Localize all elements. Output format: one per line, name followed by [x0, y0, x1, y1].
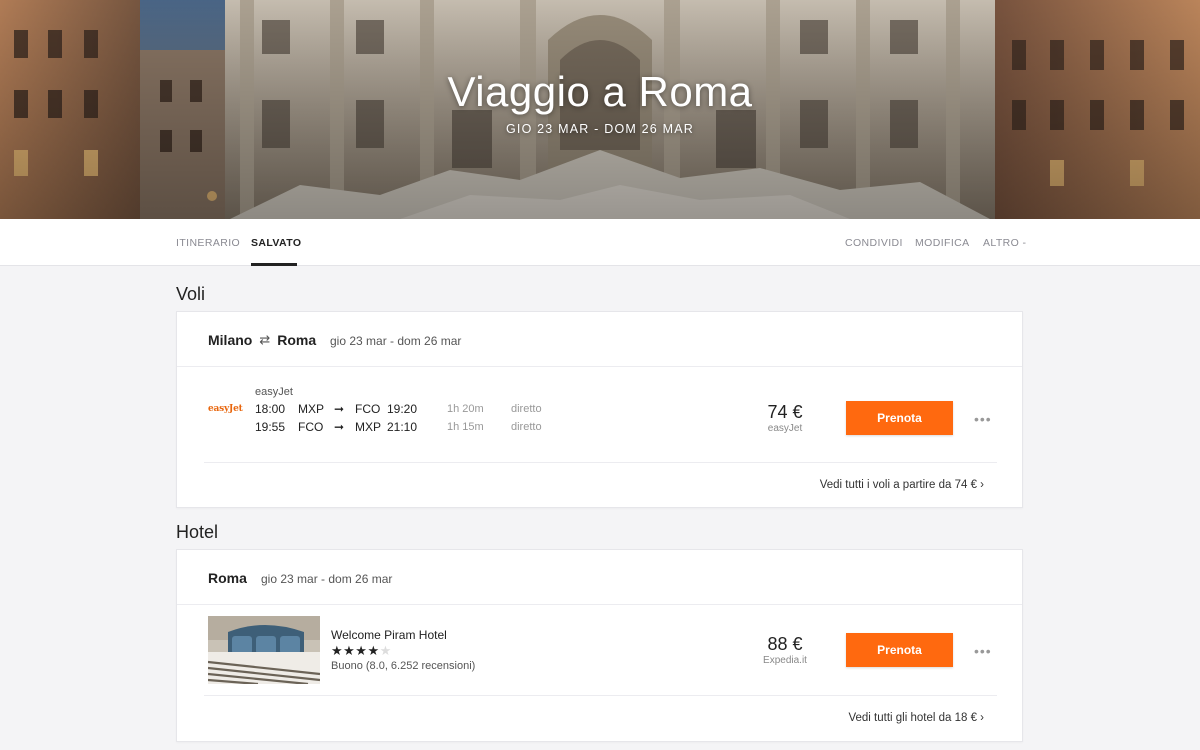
hotel-name[interactable]: Welcome Piram Hotel [331, 628, 447, 642]
flight-stops: diretto [511, 403, 542, 415]
book-hotel-button[interactable]: Prenota [846, 633, 953, 667]
hotel-price: 88 € [767, 634, 803, 654]
flight-price-source: easyJet [767, 423, 803, 434]
share-button[interactable]: CONDIVIDI [845, 237, 903, 249]
edit-button[interactable]: MODIFICA [915, 237, 970, 249]
departure-time: 18:00 [255, 402, 286, 416]
origin-city: Milano [208, 332, 253, 348]
see-all-flights-link[interactable]: Vedi tutti i voli a partire da 74 € › [820, 479, 984, 491]
hotels-card: Roma gio 23 mar - dom 26 mar Welcome Pir… [176, 549, 1023, 742]
flight-stops: diretto [511, 421, 542, 433]
trip-nav-bar: ITINERARIO SALVATO CONDIVIDI MODIFICA AL… [0, 219, 1200, 266]
flight-more-options-icon[interactable]: ••• [974, 411, 992, 427]
destination-city: Roma [277, 332, 317, 348]
see-all-hotels-link[interactable]: Vedi tutti gli hotel da 18 € › [848, 712, 984, 724]
flights-card: Milano ⇄ Roma gio 23 mar - dom 26 mar ea… [176, 311, 1023, 508]
more-menu-button[interactable]: ALTRO - [983, 237, 1026, 249]
arrival-airport: FCO [355, 402, 381, 416]
flight-price: 74 € [767, 402, 803, 422]
hotel-city: Roma [208, 570, 247, 586]
flight-dates: gio 23 mar - dom 26 mar [330, 334, 462, 348]
flight-duration: 1h 15m [447, 421, 484, 433]
arrival-time: 21:10 [387, 420, 418, 434]
swap-icon: ⇄ [259, 332, 271, 347]
hotel-star-rating: ★★★★★ [331, 643, 392, 659]
departure-airport: MXP [298, 402, 325, 416]
hotel-price-source: Expedia.it [763, 655, 807, 666]
divider [204, 462, 997, 463]
hero-banner: Viaggio a Roma GIO 23 MAR - DOM 26 MAR [0, 0, 1200, 219]
tab-itinerario[interactable]: ITINERARIO [176, 237, 240, 249]
arrow-right-icon: ➞ [334, 402, 345, 416]
easyjet-logo: easyJet [208, 404, 243, 414]
star-empty-icon: ★ [379, 643, 392, 658]
tab-salvato[interactable]: SALVATO [251, 237, 301, 249]
flights-section-title: Voli [176, 284, 206, 304]
book-flight-button[interactable]: Prenota [846, 401, 953, 435]
trip-title: Viaggio a Roma [447, 68, 753, 115]
hotel-dates: gio 23 mar - dom 26 mar [261, 572, 393, 586]
arrival-time: 19:20 [387, 402, 418, 416]
airline-name: easyJet [255, 386, 293, 398]
hotel-photo[interactable] [208, 616, 320, 684]
hotel-review-score: Buono (8.0, 6.252 recensioni) [331, 660, 476, 672]
hotels-section-title: Hotel [176, 522, 219, 542]
hotels-card-header: Roma gio 23 mar - dom 26 mar [177, 550, 1022, 605]
departure-airport: FCO [298, 420, 324, 434]
flights-card-header: Milano ⇄ Roma gio 23 mar - dom 26 mar [177, 312, 1022, 367]
flight-duration: 1h 20m [447, 403, 484, 415]
flight-route: Milano ⇄ Roma [208, 332, 316, 348]
divider [204, 695, 997, 696]
star-icon: ★★★★ [331, 643, 380, 658]
arrival-airport: MXP [355, 420, 382, 434]
trip-dates: GIO 23 MAR - DOM 26 MAR [505, 122, 695, 136]
hotel-more-options-icon[interactable]: ••• [974, 643, 992, 659]
departure-time: 19:55 [255, 420, 286, 434]
arrow-right-icon: ➞ [334, 420, 345, 434]
active-tab-indicator [251, 263, 297, 266]
